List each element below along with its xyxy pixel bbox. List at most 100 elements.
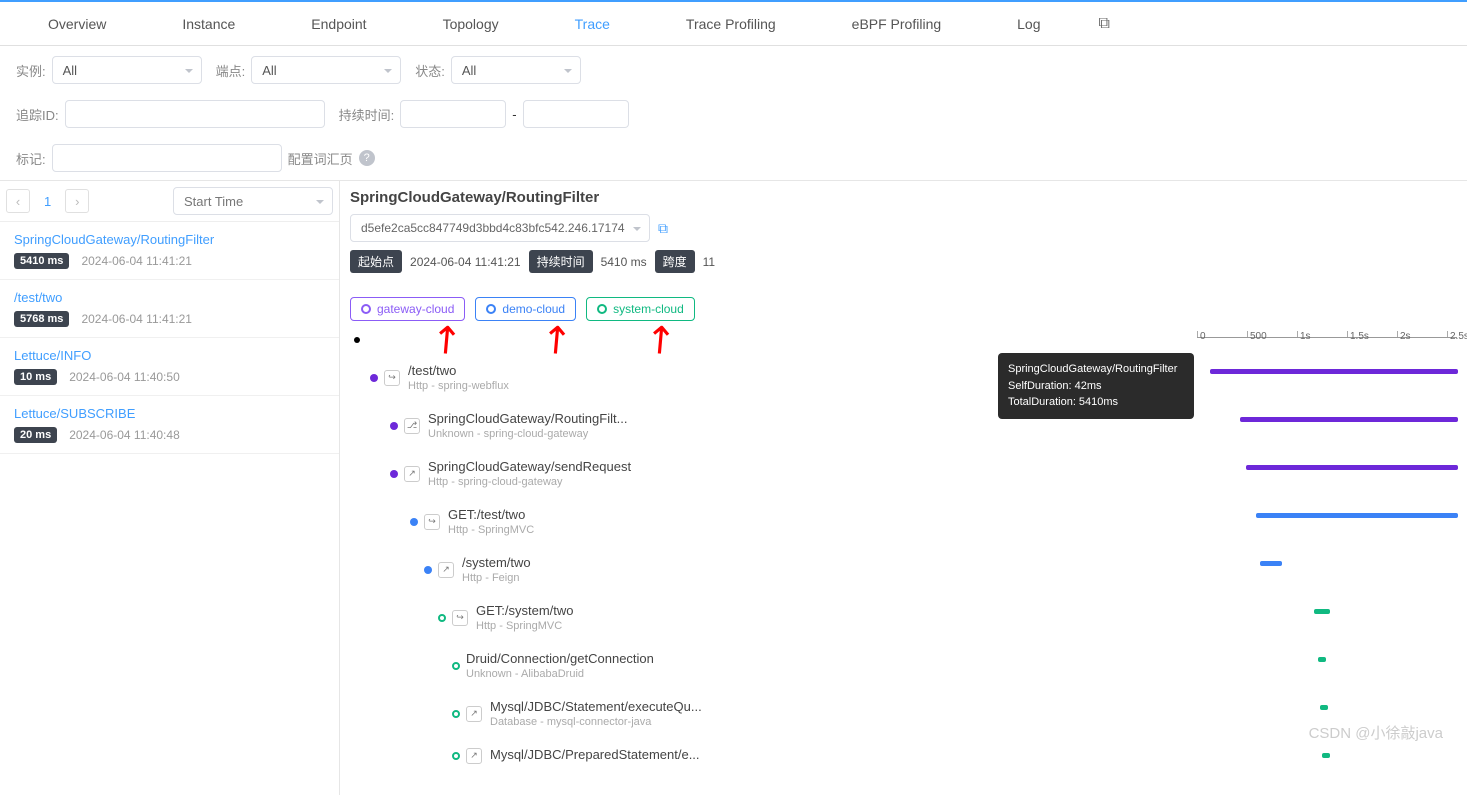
trace-item-time: 2024-06-04 11:41:21 <box>81 312 192 326</box>
span-dot-icon <box>452 662 460 670</box>
pager-next[interactable]: › <box>65 189 89 213</box>
service-chip[interactable]: gateway-cloud <box>350 297 465 321</box>
ruler-tick: 1s <box>1297 331 1311 337</box>
span-row[interactable]: ↗ SpringCloudGateway/sendRequest Http - … <box>350 459 1457 507</box>
start-label: 起始点 <box>350 250 402 273</box>
trace-list-sidebar: ‹ 1 › Start Time SpringCloudGateway/Rout… <box>0 181 340 795</box>
span-type-icon: ↪ <box>424 514 440 530</box>
span-type-icon: ↗ <box>438 562 454 578</box>
tab-log[interactable]: Log <box>979 2 1078 45</box>
duration-max-input[interactable] <box>523 100 629 128</box>
tooltip-total: TotalDuration: 5410ms <box>1008 394 1184 411</box>
service-chip[interactable]: demo-cloud <box>475 297 576 321</box>
endpoint-label: 端点: <box>216 61 246 80</box>
span-name: SpringCloudGateway/RoutingFilt... <box>428 411 627 426</box>
ruler-tick: 2.5s <box>1447 331 1467 337</box>
span-dot-icon <box>410 518 418 526</box>
span-subtitle: Http - Feign <box>462 572 531 584</box>
help-icon[interactable]: ? <box>359 150 375 166</box>
service-name: gateway-cloud <box>377 302 454 316</box>
service-dot-icon <box>361 304 371 314</box>
span-duration-bar <box>1260 561 1282 566</box>
pager-prev[interactable]: ‹ <box>6 189 30 213</box>
span-duration-bar <box>1318 657 1326 662</box>
tags-input[interactable] <box>52 144 282 172</box>
span-type-icon: ↗ <box>466 706 482 722</box>
span-duration-bar <box>1320 705 1328 710</box>
copy-icon[interactable]: ⧉ <box>658 220 668 237</box>
traceid-input[interactable] <box>65 100 325 128</box>
span-row[interactable]: ↗ Mysql/JDBC/PreparedStatement/e... <box>350 747 1457 795</box>
span-subtitle: Http - spring-cloud-gateway <box>428 476 631 488</box>
span-row[interactable]: ↪ /test/two Http - spring-webflux <box>350 363 1457 411</box>
trace-id-select[interactable]: d5efe2ca5cc847749d3bbd4c83bfc542.246.171… <box>350 214 650 242</box>
span-dot-icon <box>452 710 460 718</box>
span-duration-bar <box>1314 609 1330 614</box>
pager-page[interactable]: 1 <box>34 194 61 209</box>
span-row[interactable]: ↪ GET:/system/two Http - SpringMVC <box>350 603 1457 651</box>
span-duration-bar <box>1210 369 1458 374</box>
main: ‹ 1 › Start Time SpringCloudGateway/Rout… <box>0 181 1467 795</box>
span-row[interactable]: Druid/Connection/getConnection Unknown -… <box>350 651 1457 699</box>
span-name: GET:/test/two <box>448 507 534 522</box>
span-row[interactable]: ⎇ SpringCloudGateway/RoutingFilt... Unkn… <box>350 411 1457 459</box>
nav-tabs: Overview Instance Endpoint Topology Trac… <box>0 0 1467 46</box>
service-dot-icon <box>597 304 607 314</box>
instance-select[interactable]: All <box>52 56 202 84</box>
trace-item-title: Lettuce/SUBSCRIBE <box>14 406 325 421</box>
service-name: demo-cloud <box>502 302 565 316</box>
time-ruler: 05001s1.5s2s2.5s <box>1197 331 1457 351</box>
detail-title: SpringCloudGateway/RoutingFilter <box>350 189 1457 206</box>
trace-duration-badge: 5768 ms <box>14 311 69 327</box>
span-subtitle: Unknown - AlibabaDruid <box>466 668 654 680</box>
copy-tab-icon[interactable]: ⧉ <box>1079 15 1130 33</box>
span-row[interactable]: ↗ Mysql/JDBC/Statement/executeQu... Data… <box>350 699 1457 747</box>
services-row: gateway-clouddemo-cloudsystem-cloud ↗ ↗ … <box>350 297 1457 321</box>
service-chip[interactable]: system-cloud <box>586 297 695 321</box>
traceid-label: 追踪ID: <box>16 105 59 124</box>
span-subtitle: Http - SpringMVC <box>476 620 574 632</box>
status-select[interactable]: All <box>451 56 581 84</box>
tab-trace[interactable]: Trace <box>537 2 648 45</box>
span-name: /test/two <box>408 363 509 378</box>
tags-help-text: 配置词汇页 <box>288 149 353 168</box>
sort-select[interactable]: Start Time <box>173 187 333 215</box>
tab-topology[interactable]: Topology <box>405 2 537 45</box>
span-subtitle: Http - spring-webflux <box>408 380 509 392</box>
span-type-icon: ⎇ <box>404 418 420 434</box>
watermark: CSDN @小徐敲java <box>1309 722 1443 743</box>
tab-ebpf-profiling[interactable]: eBPF Profiling <box>814 2 979 45</box>
span-count: 11 <box>703 255 715 269</box>
tab-trace-profiling[interactable]: Trace Profiling <box>648 2 814 45</box>
span-name: /system/two <box>462 555 531 570</box>
trace-item[interactable]: SpringCloudGateway/RoutingFilter 5410 ms… <box>0 222 339 280</box>
trace-item[interactable]: Lettuce/INFO 10 ms 2024-06-04 11:40:50 <box>0 338 339 396</box>
span-subtitle: Unknown - spring-cloud-gateway <box>428 428 627 440</box>
duration-label: 持续时间: <box>339 105 395 124</box>
tags-label: 标记: <box>16 149 46 168</box>
span-type-icon: ↪ <box>452 610 468 626</box>
span-type-icon: ↗ <box>466 748 482 764</box>
duration-value: 5410 ms <box>601 255 647 269</box>
trace-item-time: 2024-06-04 11:40:48 <box>69 428 180 442</box>
duration-sep: - <box>512 107 516 122</box>
duration-min-input[interactable] <box>400 100 506 128</box>
trace-item[interactable]: /test/two 5768 ms 2024-06-04 11:41:21 <box>0 280 339 338</box>
span-duration-bar <box>1322 753 1330 758</box>
span-name: GET:/system/two <box>476 603 574 618</box>
span-tooltip: SpringCloudGateway/RoutingFilter SelfDur… <box>998 353 1194 419</box>
trace-duration-badge: 10 ms <box>14 369 57 385</box>
duration-chip: 持续时间 <box>529 250 593 273</box>
tab-endpoint[interactable]: Endpoint <box>273 2 404 45</box>
endpoint-select[interactable]: All <box>251 56 401 84</box>
tab-overview[interactable]: Overview <box>10 2 144 45</box>
span-dot-icon <box>424 566 432 574</box>
span-row[interactable]: ↪ GET:/test/two Http - SpringMVC <box>350 507 1457 555</box>
tab-instance[interactable]: Instance <box>144 2 273 45</box>
trace-item[interactable]: Lettuce/SUBSCRIBE 20 ms 2024-06-04 11:40… <box>0 396 339 454</box>
ruler-tick: 500 <box>1247 331 1267 337</box>
filter-bar: 实例: All 端点: All 状态: All 追踪ID: 持续时间: - 标记… <box>0 46 1467 181</box>
status-label: 状态: <box>415 61 445 80</box>
span-row[interactable]: ↗ /system/two Http - Feign <box>350 555 1457 603</box>
span-name: Mysql/JDBC/PreparedStatement/e... <box>490 747 700 762</box>
